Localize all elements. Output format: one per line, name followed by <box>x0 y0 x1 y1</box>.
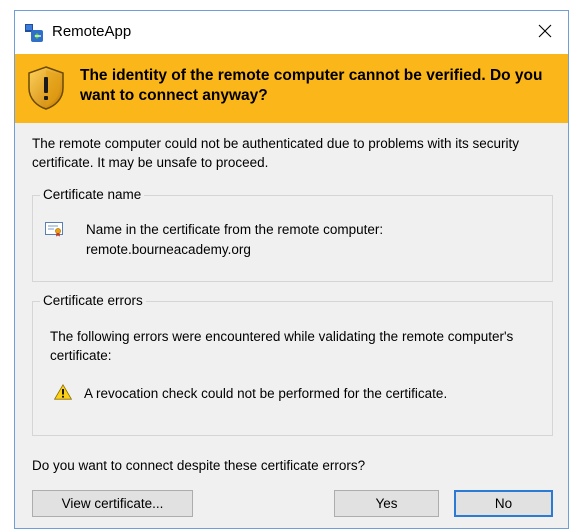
close-icon <box>538 24 552 41</box>
yes-button[interactable]: Yes <box>334 490 439 517</box>
certificate-errors-intro: The following errors were encountered wh… <box>50 329 514 363</box>
banner-message: The identity of the remote computer cann… <box>80 67 543 104</box>
certificate-name-label: Name in the certificate from the remote … <box>86 222 384 237</box>
window-title: RemoteApp <box>52 23 132 40</box>
title-bar[interactable]: RemoteApp <box>15 11 568 54</box>
certificate-error-item: A revocation check could not be performe… <box>84 386 448 401</box>
connect-question: Do you want to connect despite these cer… <box>32 458 366 473</box>
certificate-icon <box>45 221 63 237</box>
warning-icon <box>53 384 73 400</box>
no-button[interactable]: No <box>454 490 553 517</box>
certificate-name-legend: Certificate name <box>40 186 145 204</box>
certificate-name-group: Certificate name Name in the certificate… <box>32 186 553 282</box>
certificate-errors-group: Certificate errors The following errors … <box>32 292 553 436</box>
remoteapp-icon <box>25 24 43 42</box>
certificate-errors-legend: Certificate errors <box>40 292 146 310</box>
close-button[interactable] <box>522 11 568 54</box>
description-text: The remote computer could not be authent… <box>32 136 520 170</box>
certificate-name-value: remote.bourneacademy.org <box>86 242 251 257</box>
remoteapp-dialog: RemoteApp The identity of the remote com… <box>14 10 569 529</box>
view-certificate-button[interactable]: View certificate... <box>32 490 193 517</box>
security-shield-warning-icon <box>27 66 65 110</box>
warning-banner: The identity of the remote computer cann… <box>15 54 568 123</box>
